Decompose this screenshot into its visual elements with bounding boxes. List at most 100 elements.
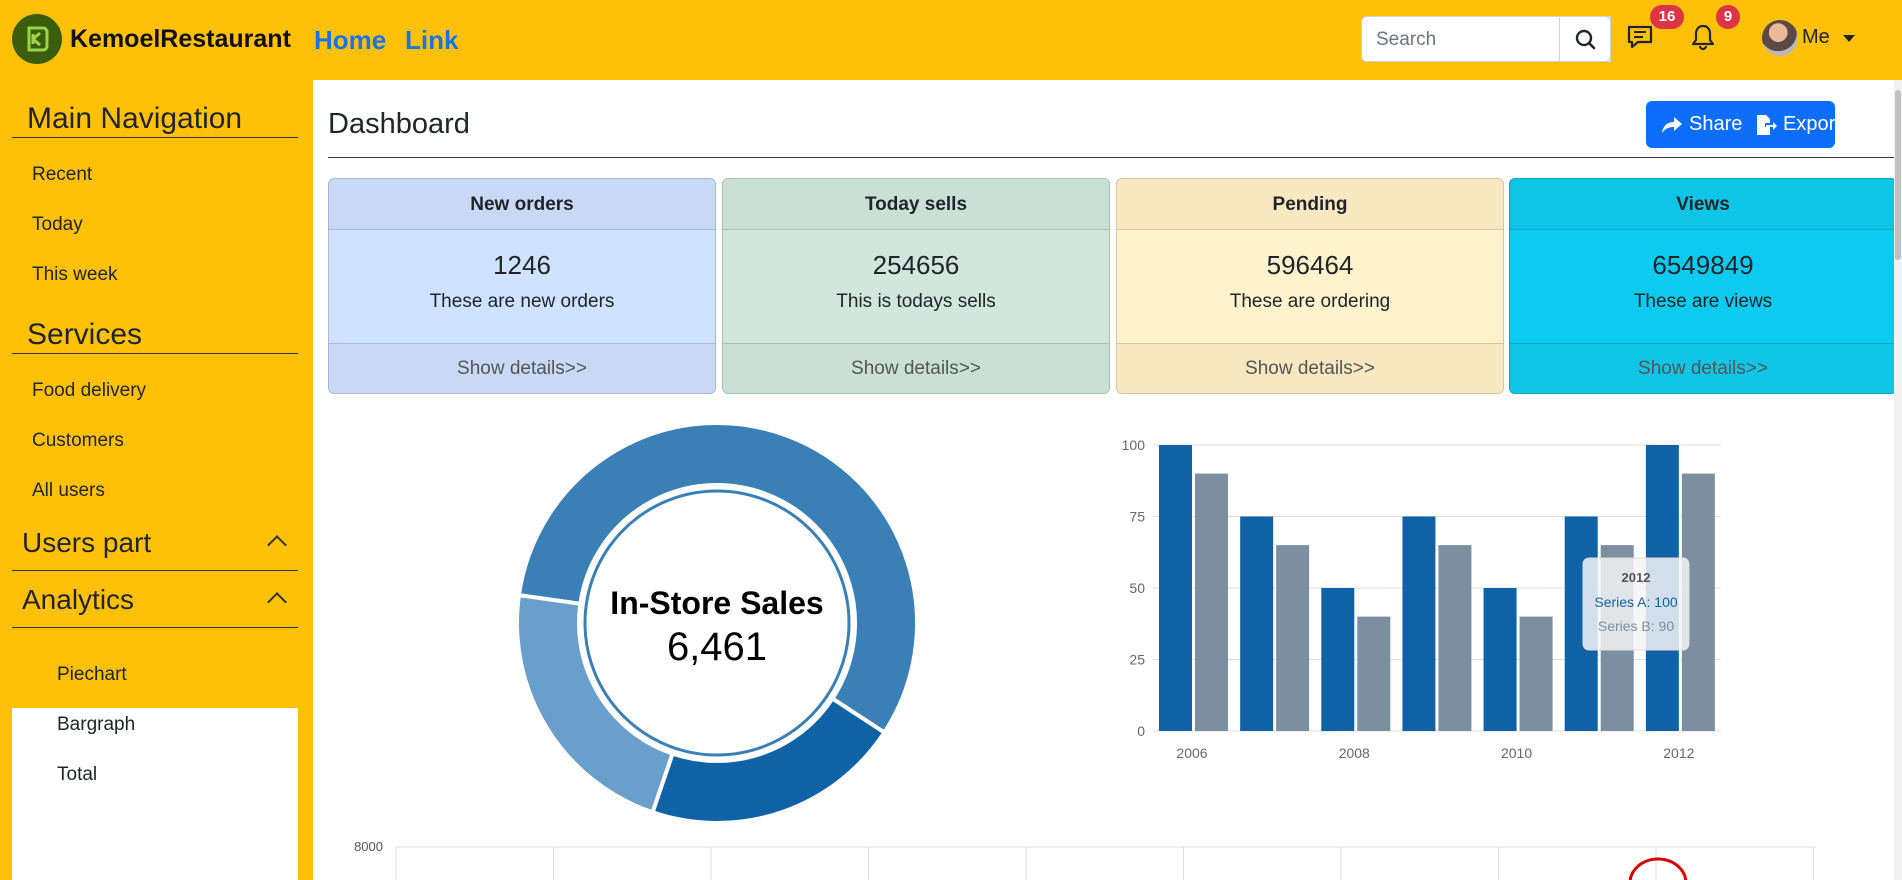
bar[interactable] — [1195, 473, 1228, 731]
card-value: 254656 — [872, 250, 960, 280]
show-details-link[interactable]: Show details>> — [1510, 343, 1896, 393]
sidebar-collapse-users-part[interactable]: Users part — [12, 518, 298, 571]
share-button[interactable]: Share — [1661, 113, 1742, 136]
bar[interactable] — [1438, 545, 1472, 731]
donut-chart: In-Store Sales 6,461 — [507, 413, 927, 833]
search-icon — [1575, 29, 1596, 50]
card-title: Today sells — [723, 179, 1109, 230]
notifications-button[interactable] — [1688, 22, 1718, 52]
brand-logo-icon — [12, 14, 62, 64]
sidebar: Main Navigation Recent Today This week S… — [0, 80, 313, 880]
stat-card: New orders 1246 These are new orders Show d… — [328, 178, 716, 394]
card-title: Pending — [1117, 179, 1503, 230]
stat-card: Today sells 254656 This is todays sells Sho… — [722, 178, 1110, 394]
nav-link-home[interactable]: Home — [314, 25, 386, 56]
sidebar-item-total[interactable]: Total — [57, 764, 97, 786]
sidebar-collapse-analytics[interactable]: Analytics — [12, 575, 298, 628]
messages-button[interactable] — [1625, 22, 1655, 52]
chat-icon — [1627, 25, 1653, 49]
sidebar-heading-services: Services — [12, 318, 298, 354]
user-menu-label[interactable]: Me — [1802, 26, 1830, 49]
bar-tooltip: 2012 Series A: 100 Series B: 90 — [1582, 557, 1690, 651]
card-value: 596464 — [1266, 250, 1354, 280]
sidebar-item-food-delivery[interactable]: Food delivery — [32, 380, 146, 402]
x-tick-label: 2008 — [1339, 745, 1370, 761]
bar[interactable] — [1483, 588, 1517, 731]
x-tick-label: 2012 — [1663, 745, 1694, 761]
bar[interactable] — [1402, 516, 1436, 732]
card-title: New orders — [329, 179, 715, 230]
y-tick-label: 50 — [1129, 580, 1145, 596]
card-value: 1246 — [493, 250, 551, 280]
chevron-up-icon — [267, 592, 287, 612]
scrollbar-thumb[interactable] — [1895, 90, 1901, 260]
card-body: 254656 This is todays sells — [723, 230, 1109, 343]
donut-inner-ring — [583, 489, 851, 757]
card-title: Views — [1510, 179, 1896, 230]
brand[interactable]: KemoelRestaurant — [12, 14, 291, 64]
card-text: This is todays sells — [836, 291, 996, 312]
divider — [328, 157, 1895, 158]
line-chart: 8000 — [313, 820, 1902, 880]
show-details-link[interactable]: Show details>> — [1117, 343, 1503, 393]
messages-count-badge: 16 — [1650, 5, 1684, 29]
page-title: Dashboard — [328, 108, 470, 140]
bar[interactable] — [1321, 588, 1355, 731]
bar[interactable] — [1519, 616, 1553, 731]
y-tick-label: 75 — [1129, 509, 1145, 525]
y-tick-label: 8000 — [354, 839, 383, 854]
card-text: These are ordering — [1229, 291, 1391, 312]
tooltip-series-b: Series B: 90 — [1598, 618, 1674, 634]
user-avatar[interactable] — [1762, 20, 1798, 56]
card-body: 596464 These are ordering — [1117, 230, 1503, 343]
bar[interactable] — [1240, 516, 1274, 732]
bar[interactable] — [1159, 445, 1192, 731]
vertical-scrollbar[interactable] — [1894, 80, 1902, 880]
donut-slice[interactable] — [650, 695, 888, 825]
donut-center-value: 6,461 — [667, 625, 767, 669]
main-content: Dashboard Share Export New orders 1246 The… — [313, 80, 1902, 880]
donut-slice[interactable] — [515, 592, 676, 815]
sidebar-item-all-users[interactable]: All users — [32, 480, 105, 502]
card-body: 6549849 These are views — [1510, 230, 1896, 343]
sidebar-heading-main-navigation: Main Navigation — [12, 102, 298, 138]
bell-icon — [1691, 24, 1715, 51]
analytics-label: Analytics — [22, 584, 135, 615]
share-icon — [1662, 116, 1682, 133]
bar[interactable] — [1357, 616, 1391, 731]
x-tick-label: 2010 — [1501, 745, 1532, 761]
brand-name: KemoelRestaurant — [70, 24, 291, 53]
y-tick-label: 0 — [1137, 723, 1145, 739]
search-button[interactable] — [1559, 16, 1611, 62]
x-tick-label: 2006 — [1176, 745, 1207, 761]
stat-card: Pending 596464 These are ordering Show deta… — [1116, 178, 1504, 394]
tooltip-series-a: Series A: 100 — [1594, 594, 1677, 610]
y-tick-label: 100 — [1122, 437, 1146, 453]
sidebar-item-piechart[interactable]: Piechart — [57, 664, 127, 686]
users-part-label: Users part — [22, 527, 152, 558]
chevron-down-icon[interactable] — [1843, 35, 1855, 42]
export-button[interactable]: Export — [1755, 113, 1841, 136]
card-text: These are views — [1633, 291, 1773, 312]
sidebar-item-this-week[interactable]: This week — [32, 264, 118, 286]
sidebar-item-bargraph[interactable]: Bargraph — [57, 714, 135, 736]
sidebar-item-today[interactable]: Today — [32, 214, 83, 236]
share-label: Share — [1689, 113, 1743, 135]
card-text: These are new orders — [429, 291, 615, 312]
tooltip-title: 2012 — [1622, 570, 1651, 585]
card-value: 6549849 — [1652, 250, 1754, 280]
nav-link-link[interactable]: Link — [405, 25, 458, 56]
show-details-link[interactable]: Show details>> — [329, 343, 715, 393]
card-body: 1246 These are new orders — [329, 230, 715, 343]
analytics-submenu — [12, 708, 298, 880]
export-icon — [1757, 114, 1777, 135]
sidebar-item-customers[interactable]: Customers — [32, 430, 124, 452]
stat-card: Views 6549849 These are views Show details>… — [1509, 178, 1897, 394]
show-details-link[interactable]: Show details>> — [723, 343, 1109, 393]
sidebar-item-recent[interactable]: Recent — [32, 164, 92, 186]
bar[interactable] — [1276, 545, 1310, 731]
chevron-up-icon — [267, 535, 287, 555]
notifications-count-badge: 9 — [1716, 5, 1740, 29]
action-button-group: Share Export — [1646, 101, 1841, 148]
donut-center-title: In-Store Sales — [610, 585, 823, 621]
